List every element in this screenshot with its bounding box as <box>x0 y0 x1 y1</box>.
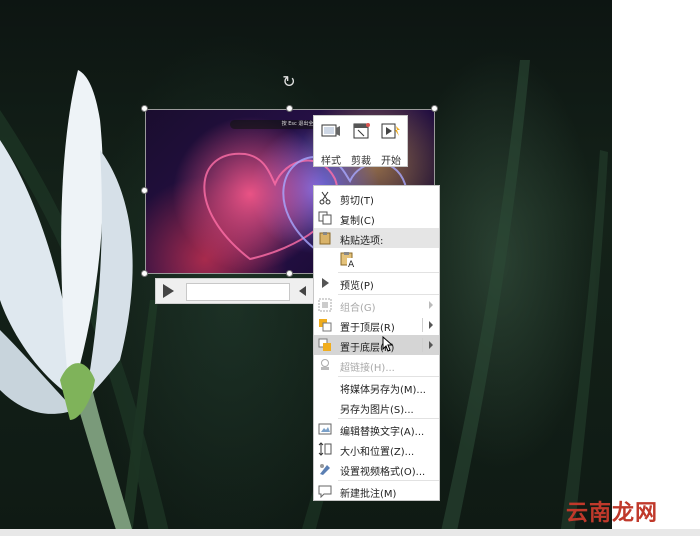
menu-item-paste-options: 粘贴选项: <box>314 228 439 248</box>
context-menu: 剪切(T) 复制(C) 粘贴选项: A 预览(P) 组合(G) 置于顶层(R) … <box>313 185 440 501</box>
copy-icon <box>318 211 332 225</box>
alt-text-icon <box>318 423 332 435</box>
scissors-icon <box>319 191 331 205</box>
play-icon[interactable] <box>163 284 174 298</box>
play-icon <box>322 278 329 288</box>
style-button[interactable]: 样式 <box>317 120 345 167</box>
comment-icon <box>318 485 332 498</box>
menu-item-bring-to-front[interactable]: 置于顶层(R) <box>314 315 439 335</box>
trim-button[interactable]: 剪裁 <box>347 120 375 167</box>
size-position-icon <box>318 442 332 456</box>
paste-text-only-icon: A <box>340 252 356 268</box>
menu-item-size-and-position[interactable]: 大小和位置(Z)... <box>314 439 439 459</box>
group-icon <box>318 298 332 312</box>
seek-bar[interactable] <box>186 283 290 301</box>
right-margin <box>612 0 700 536</box>
resize-handle-bottom[interactable] <box>286 270 293 277</box>
menu-item-format-video[interactable]: 设置视频格式(O)... <box>314 459 439 479</box>
menu-item-copy[interactable]: 复制(C) <box>314 208 439 228</box>
menu-item-hyperlink: 超链接(H)... <box>314 355 439 375</box>
clipboard-icon <box>319 232 331 245</box>
menu-item-save-media-as[interactable]: 将媒体另存为(M)... <box>314 377 439 397</box>
start-play-icon <box>381 123 400 139</box>
menu-item-send-to-back[interactable]: 置于底层(K) <box>314 335 439 355</box>
resize-handle-top-right[interactable] <box>431 105 438 112</box>
menu-item-edit-alt-text[interactable]: 编辑替换文字(A)... <box>314 419 439 439</box>
rotate-handle-icon[interactable]: ↻ <box>281 74 297 90</box>
menu-item-new-comment[interactable]: 新建批注(M) <box>314 481 439 501</box>
rewind-icon[interactable] <box>299 286 306 296</box>
resize-handle-top[interactable] <box>286 105 293 112</box>
paste-keep-text-option[interactable]: A <box>314 248 439 270</box>
mini-toolbar: 样式 剪裁 开始 <box>313 115 408 167</box>
start-button[interactable]: 开始 <box>377 120 405 167</box>
trim-video-icon <box>353 123 370 139</box>
send-to-back-icon <box>318 338 331 351</box>
resize-handle-bottom-left[interactable] <box>141 270 148 277</box>
resize-handle-top-left[interactable] <box>141 105 148 112</box>
format-video-icon <box>320 464 330 475</box>
mouse-cursor-icon <box>382 336 394 352</box>
svg-text:A: A <box>348 260 355 268</box>
video-style-icon <box>321 124 340 137</box>
watermark: 云南龙网 <box>566 501 659 526</box>
bring-to-front-icon <box>319 319 332 332</box>
menu-item-preview[interactable]: 预览(P) <box>314 273 439 293</box>
video-player-bar <box>155 278 315 304</box>
menu-item-save-as-picture[interactable]: 另存为图片(S)... <box>314 397 439 417</box>
menu-item-cut[interactable]: 剪切(T) <box>314 188 439 208</box>
hyperlink-icon <box>321 359 329 370</box>
resize-handle-left[interactable] <box>141 187 148 194</box>
menu-item-group: 组合(G) <box>314 295 439 315</box>
bottom-margin <box>0 529 700 536</box>
